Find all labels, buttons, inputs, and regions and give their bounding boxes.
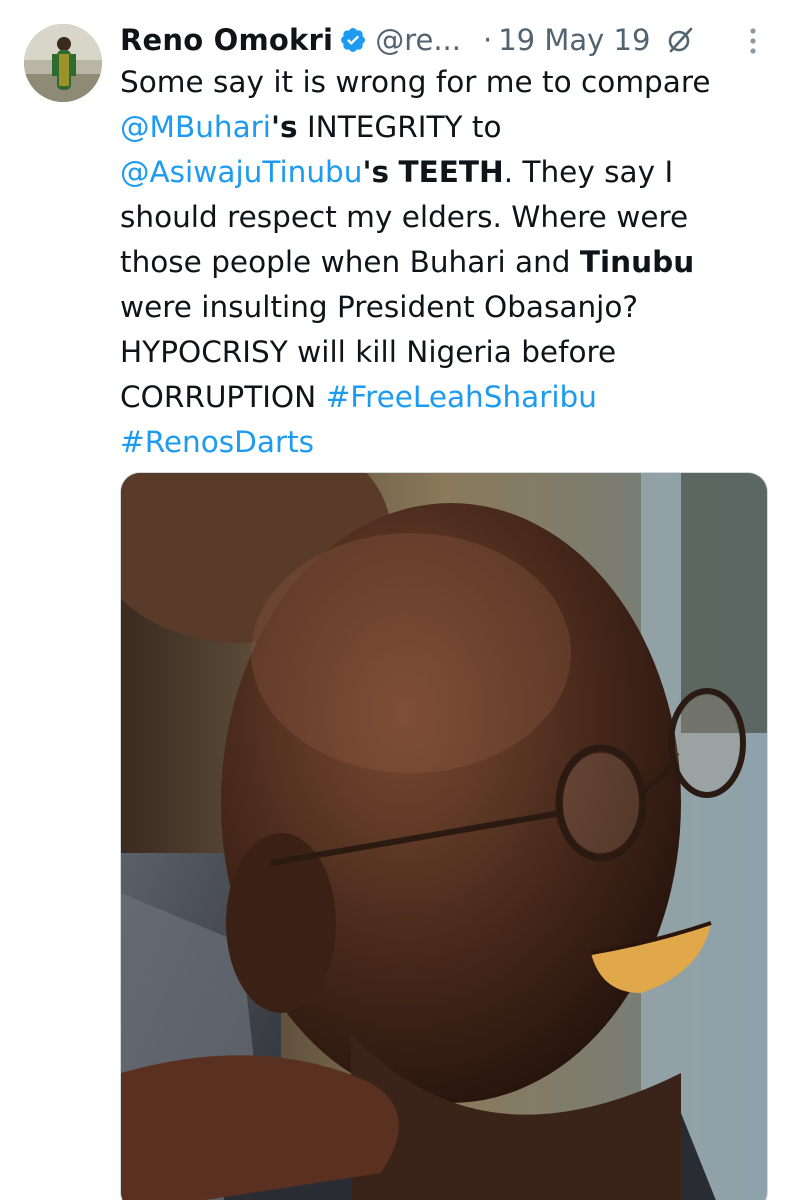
photo-image [121,473,767,1200]
mention-mbuhari[interactable]: @MBuhari [120,110,271,144]
hashtag-renosdarts[interactable]: #RenosDarts [120,425,314,459]
handle[interactable]: @re... [375,23,461,57]
grok-icon[interactable] [666,26,694,54]
tweet: Reno Omokri @re... · 19 May 19 Some say … [0,0,792,1200]
tweet-header: Reno Omokri @re... · 19 May 19 [120,16,768,64]
more-options-icon[interactable] [738,24,768,58]
hashtag-freeleahsharibu[interactable]: #FreeLeahSharibu [326,380,597,414]
tweet-photo[interactable] [120,472,768,1200]
tweet-text-bold: TEETH [398,155,504,189]
separator-dot: · [482,23,493,57]
tweet-text-part: INTEGRITY to [297,110,502,144]
tweet-text-part: 's [271,110,298,144]
avatar[interactable] [24,24,102,102]
tweet-text-bold: Tinubu [579,245,695,279]
tweet-text: Some say it is wrong for me to compare @… [120,60,760,465]
tweet-date[interactable]: 19 May 19 [498,23,650,57]
verified-badge-icon[interactable] [339,26,367,54]
mention-asiwajutinubu[interactable]: @AsiwajuTinubu [120,155,362,189]
display-name[interactable]: Reno Omokri [120,23,333,57]
tweet-text-part: Some say it is wrong for me to compare [120,65,711,99]
avatar-image [24,24,102,102]
tweet-text-part: 's [362,155,390,189]
